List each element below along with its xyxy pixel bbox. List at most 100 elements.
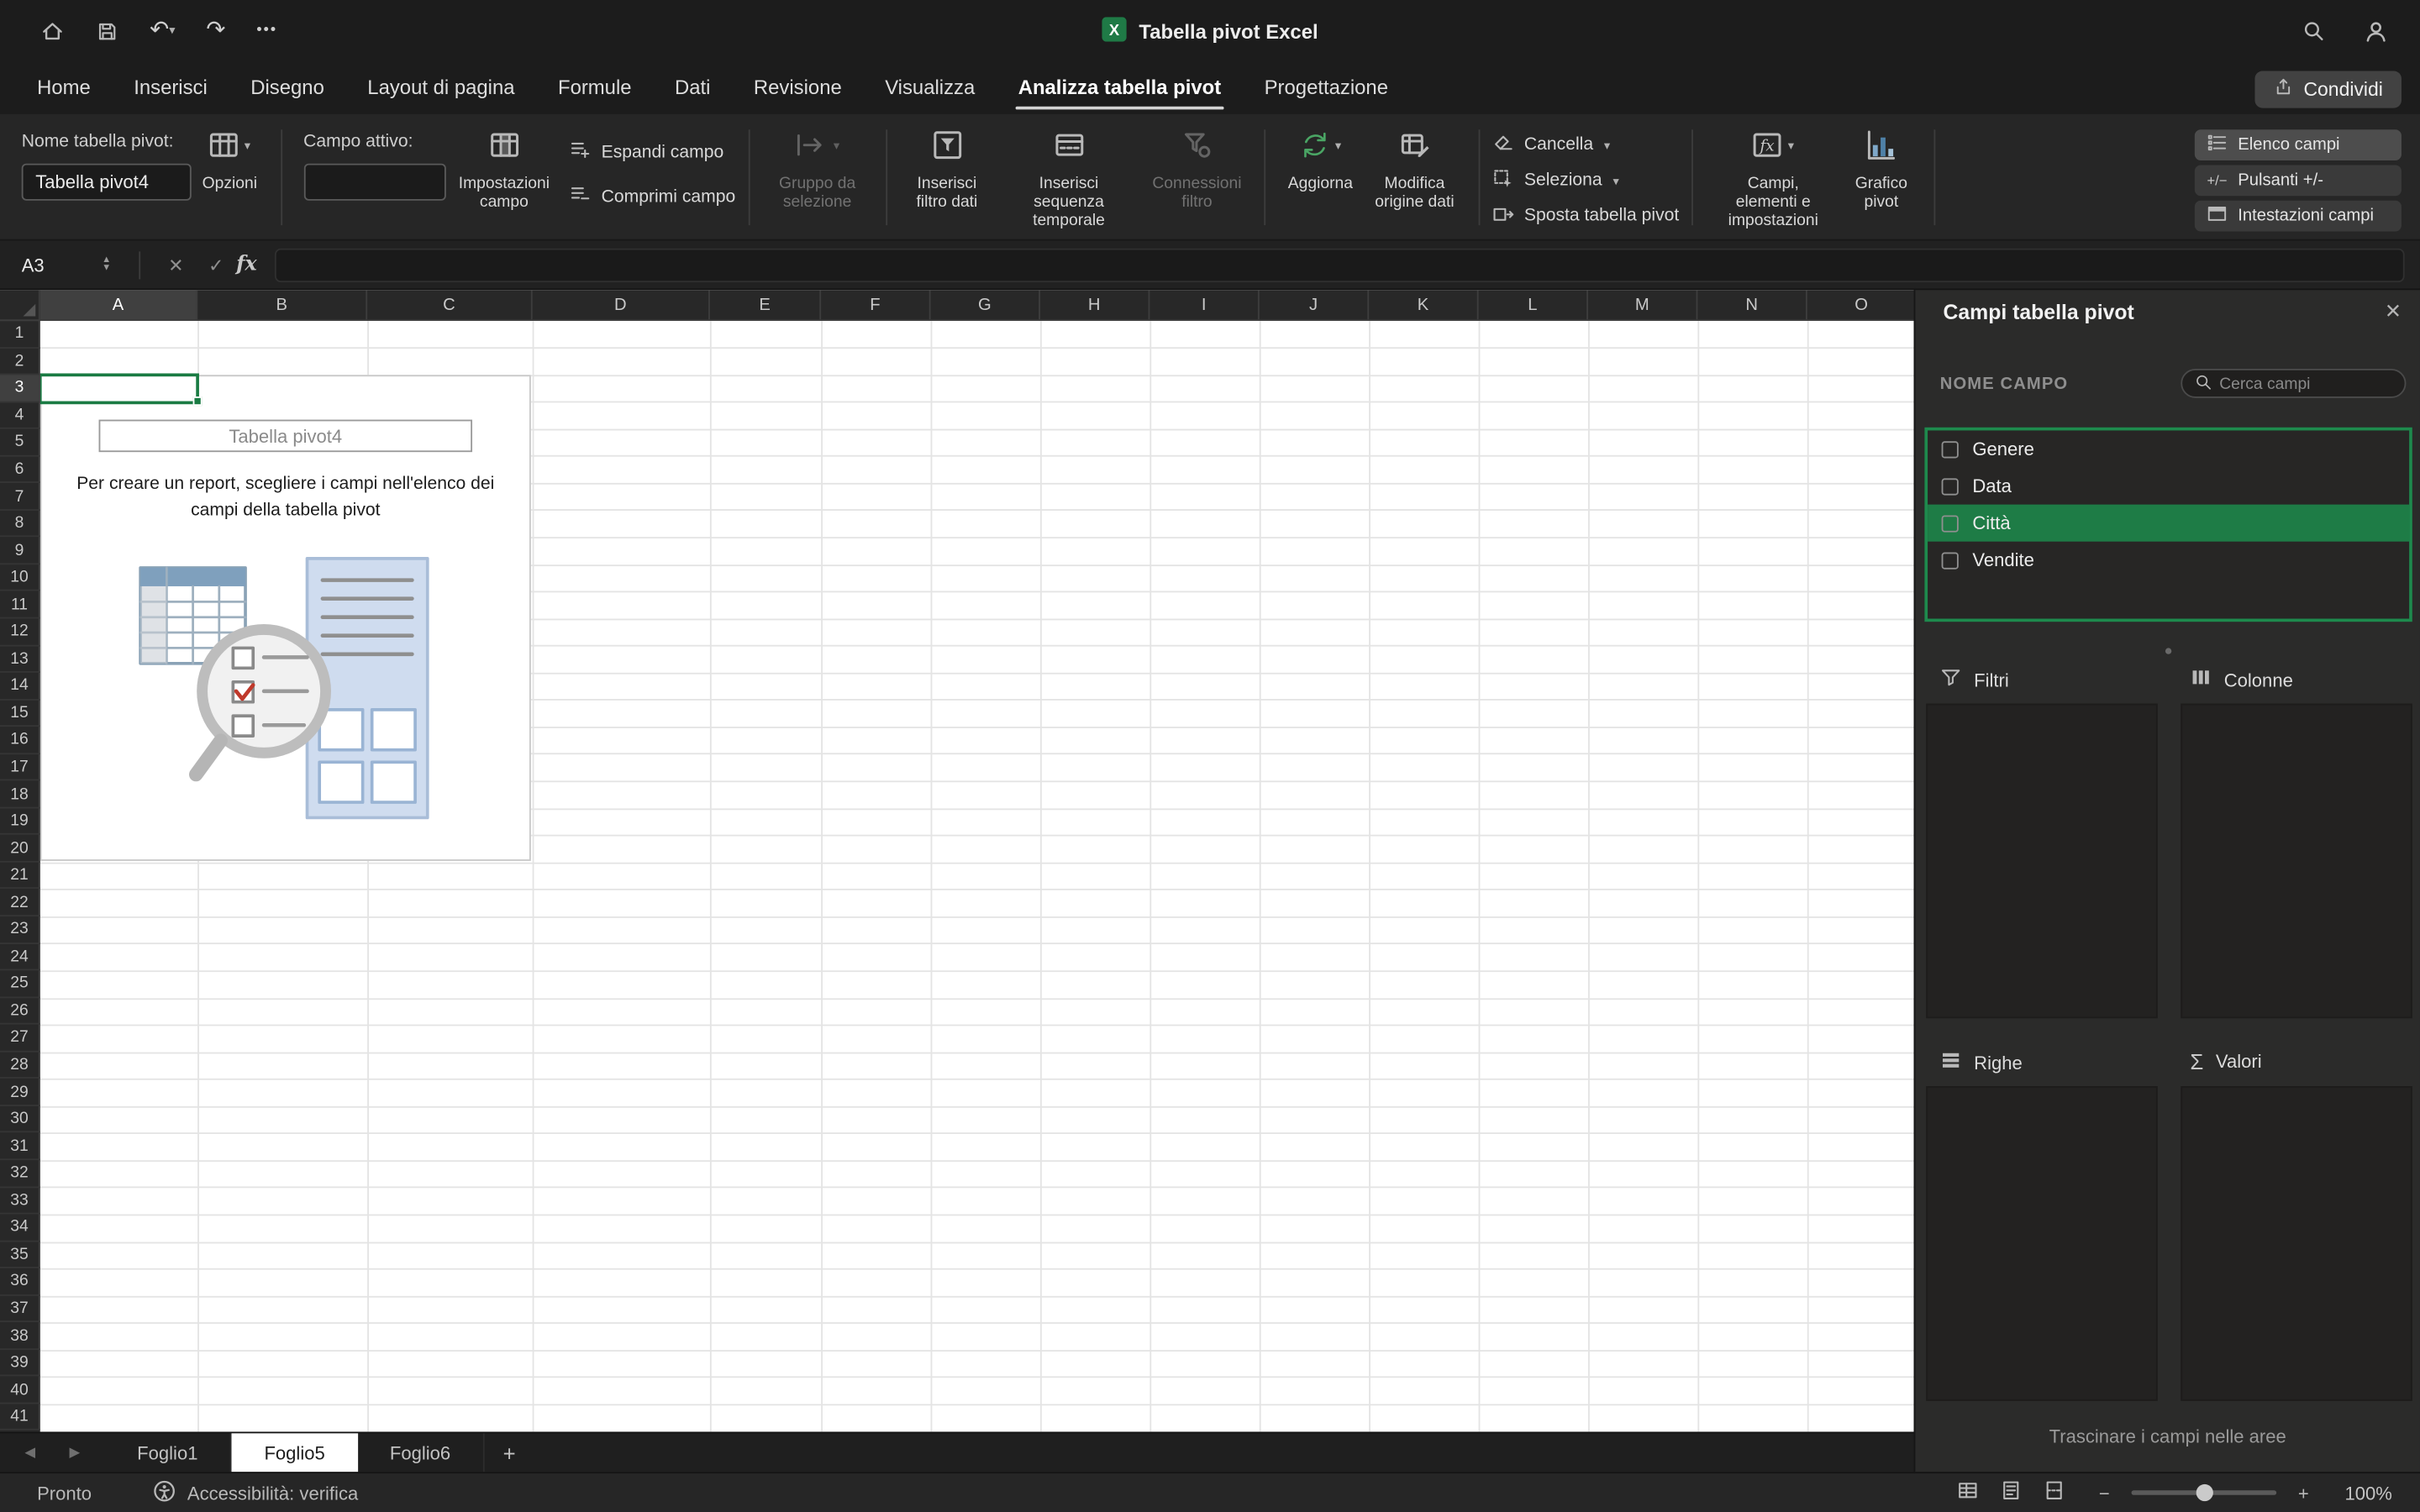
row-header-14[interactable]: 14 <box>0 673 40 701</box>
field-item-genere[interactable]: Genere <box>1928 430 2409 467</box>
row-header-18[interactable]: 18 <box>0 780 40 809</box>
row-header-33[interactable]: 33 <box>0 1187 40 1215</box>
sheet-nav-left-icon[interactable]: ◀ <box>24 1444 35 1461</box>
account-icon[interactable] <box>2363 18 2389 44</box>
add-sheet-button[interactable]: + <box>503 1441 516 1465</box>
ribbon-tab-inserisci[interactable]: Inserisci <box>113 61 229 113</box>
column-header-E[interactable]: E <box>709 290 822 322</box>
row-header-31[interactable]: 31 <box>0 1132 40 1161</box>
insert-timeline-button[interactable]: Inserisci sequenza temporale <box>995 114 1143 230</box>
field-settings-button[interactable]: Impostazioni campo <box>445 114 563 212</box>
pivot-name-input[interactable] <box>21 163 192 201</box>
row-header-21[interactable]: 21 <box>0 862 40 890</box>
select-all-corner[interactable] <box>0 290 40 322</box>
sheet-nav-right-icon[interactable]: ▶ <box>70 1444 81 1461</box>
field-search-input[interactable] <box>2219 374 2392 393</box>
column-header-J[interactable]: J <box>1259 290 1370 322</box>
row-header-20[interactable]: 20 <box>0 835 40 863</box>
expand-field-button[interactable]: Espandi campo <box>569 139 735 165</box>
sheet-tab-foglio1[interactable]: Foglio1 <box>105 1432 232 1473</box>
column-header-B[interactable]: B <box>197 290 368 322</box>
redo-icon[interactable]: ↷ <box>206 18 225 43</box>
field-item-data[interactable]: Data <box>1928 468 2409 505</box>
name-box[interactable]: A3 <box>0 254 102 276</box>
zoom-in-icon[interactable]: + <box>2298 1482 2309 1504</box>
field-checkbox-genere[interactable] <box>1941 440 1959 458</box>
share-button[interactable]: Condividi <box>2254 71 2402 108</box>
ribbon-tab-formule[interactable]: Formule <box>536 61 653 113</box>
active-field-input[interactable] <box>303 163 446 201</box>
zoom-percent[interactable]: 100% <box>2330 1482 2392 1504</box>
field-headers-toggle[interactable]: Intestazioni campi <box>2194 200 2402 232</box>
column-header-A[interactable]: A <box>39 290 198 322</box>
row-header-26[interactable]: 26 <box>0 997 40 1025</box>
insert-slicer-button[interactable]: Inserisci filtro dati <box>899 114 995 212</box>
column-header-N[interactable]: N <box>1697 290 1807 322</box>
sheet-tab-foglio6[interactable]: Foglio6 <box>357 1432 485 1473</box>
search-icon[interactable] <box>2302 18 2326 43</box>
name-box-stepper[interactable]: ▲ ▼ <box>102 255 111 272</box>
field-search-box[interactable] <box>2181 368 2407 398</box>
column-header-L[interactable]: L <box>1478 290 1588 322</box>
zoom-slider[interactable] <box>2131 1483 2277 1501</box>
row-header-8[interactable]: 8 <box>0 510 40 538</box>
field-checkbox-data[interactable] <box>1941 477 1959 495</box>
stepper-down-icon[interactable]: ▼ <box>102 263 111 272</box>
row-header-5[interactable]: 5 <box>0 428 40 457</box>
change-data-source-button[interactable]: Modifica origine dati <box>1364 114 1465 212</box>
ribbon-tab-dati[interactable]: Dati <box>653 61 732 113</box>
fields-items-button[interactable]: fx ▾ Campi, elementi e impostazioni <box>1705 114 1841 230</box>
row-header-28[interactable]: 28 <box>0 1052 40 1079</box>
insert-function-icon[interactable]: fx <box>236 253 257 276</box>
zoom-out-icon[interactable]: − <box>2099 1482 2110 1504</box>
more-icon[interactable]: ••• <box>256 18 277 43</box>
row-header-19[interactable]: 19 <box>0 808 40 836</box>
row-header-29[interactable]: 29 <box>0 1079 40 1106</box>
row-header-23[interactable]: 23 <box>0 916 40 944</box>
field-checkbox-vendite[interactable] <box>1941 551 1959 569</box>
row-header-37[interactable]: 37 <box>0 1295 40 1323</box>
collapse-field-button[interactable]: Comprimi campo <box>569 184 735 210</box>
row-header-35[interactable]: 35 <box>0 1241 40 1269</box>
undo-icon[interactable]: ↶ ▾ <box>150 18 175 43</box>
sheet-tab-foglio5[interactable]: Foglio5 <box>231 1432 358 1473</box>
field-list-toggle[interactable]: Elenco campi <box>2194 129 2402 161</box>
cells-area[interactable]: Tabella pivot4 Per creare un report, sce… <box>39 321 1914 1432</box>
clear-button[interactable]: Cancella ▾ <box>1491 129 1679 160</box>
row-header-2[interactable]: 2 <box>0 348 40 375</box>
home-icon[interactable] <box>40 18 65 43</box>
zoom-slider-knob[interactable] <box>2196 1483 2214 1501</box>
page-layout-view-icon[interactable] <box>2000 1479 2022 1505</box>
row-header-4[interactable]: 4 <box>0 402 40 429</box>
row-header-41[interactable]: 41 <box>0 1404 40 1431</box>
row-header-32[interactable]: 32 <box>0 1160 40 1188</box>
ribbon-tab-home[interactable]: Home <box>15 61 112 113</box>
column-header-G[interactable]: G <box>930 290 1040 322</box>
rows-dropzone[interactable] <box>1926 1086 2158 1401</box>
row-header-10[interactable]: 10 <box>0 564 40 592</box>
ribbon-tab-analizza-tabella-pivot[interactable]: Analizza tabella pivot <box>997 61 1243 113</box>
move-pivottable-button[interactable]: Sposta tabella pivot <box>1491 201 1679 232</box>
page-break-view-icon[interactable] <box>2044 1479 2065 1505</box>
columns-dropzone[interactable] <box>2181 703 2412 1019</box>
formula-input[interactable] <box>275 247 2405 282</box>
column-header-K[interactable]: K <box>1369 290 1479 322</box>
row-header-6[interactable]: 6 <box>0 456 40 484</box>
row-header-16[interactable]: 16 <box>0 727 40 754</box>
row-header-34[interactable]: 34 <box>0 1214 40 1242</box>
column-header-O[interactable]: O <box>1807 290 1914 322</box>
save-icon[interactable] <box>96 19 119 43</box>
ribbon-tab-revisione[interactable]: Revisione <box>732 61 863 113</box>
row-header-38[interactable]: 38 <box>0 1322 40 1350</box>
normal-view-icon[interactable] <box>1957 1479 1979 1505</box>
ribbon-tab-progettazione[interactable]: Progettazione <box>1243 61 1410 113</box>
row-header-7[interactable]: 7 <box>0 483 40 511</box>
row-header-12[interactable]: 12 <box>0 618 40 646</box>
select-button[interactable]: Seleziona ▾ <box>1491 165 1679 197</box>
row-header-40[interactable]: 40 <box>0 1376 40 1404</box>
values-dropzone[interactable] <box>2181 1086 2412 1401</box>
plus-minus-buttons-toggle[interactable]: +/− Pulsanti +/- <box>2194 165 2402 197</box>
row-header-13[interactable]: 13 <box>0 645 40 674</box>
column-header-C[interactable]: C <box>367 290 533 322</box>
refresh-button[interactable]: ▾ Aggiorna <box>1277 114 1364 193</box>
